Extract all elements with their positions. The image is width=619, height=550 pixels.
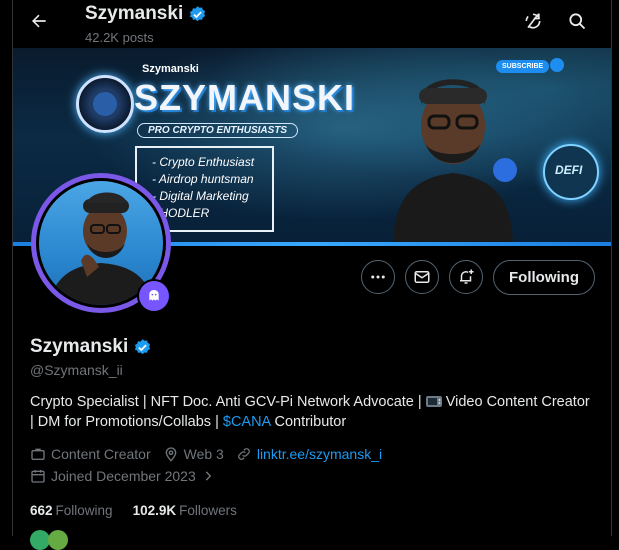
profile-website[interactable]: linktr.ee/szymansk_i	[236, 446, 382, 462]
followers-label: Followers	[179, 503, 237, 518]
banner-small-name: Szymanski	[142, 63, 199, 75]
notifications-button[interactable]	[449, 260, 483, 294]
profile-location-text: Web 3	[183, 446, 224, 462]
followers-count: 102.9K	[132, 503, 177, 518]
banner-person-image	[393, 79, 517, 246]
followed-by-avatar	[48, 530, 68, 550]
profile-website-link[interactable]: linktr.ee/szymansk_i	[257, 446, 382, 462]
profile-bio: Crypto Specialist | NFT Doc. Anti GCV-Pi…	[30, 392, 590, 432]
chevron-right-icon	[205, 471, 212, 481]
bio-text: Contributor	[270, 414, 347, 430]
banner-tagline: PRO CRYPTO ENTHUSIASTS	[137, 123, 299, 138]
profile-meta-row: Content Creator Web 3 linktr.ee/szymansk…	[30, 446, 394, 462]
profile-joined-row[interactable]: Joined December 2023	[30, 468, 227, 484]
banner-logo	[76, 75, 134, 133]
refresh-off-icon	[525, 13, 541, 29]
profile-location: Web 3	[163, 446, 224, 462]
following-count: 662	[30, 503, 53, 518]
following-stat[interactable]: 662 Following	[30, 503, 113, 518]
header-title-text: Szymanski	[85, 3, 184, 24]
profile-category-text: Content Creator	[51, 446, 151, 462]
following-button[interactable]: Following	[493, 260, 595, 295]
verified-badge-icon[interactable]	[133, 338, 152, 357]
banner-list-item: - Airdrop huntsman	[152, 172, 254, 186]
banner-defi-badge: DEFI	[543, 144, 599, 200]
search-button[interactable]	[564, 8, 590, 34]
profile-joined-text: Joined December 2023	[51, 468, 196, 484]
followed-by-avatar	[30, 530, 50, 550]
profile-name: Szymanski	[30, 336, 152, 358]
banner-list-item: - Crypto Enthusiast	[152, 155, 255, 169]
header-title: Szymanski	[85, 3, 207, 25]
verified-badge-icon	[190, 5, 206, 21]
profile-joined[interactable]: Joined December 2023	[30, 468, 215, 484]
back-button[interactable]	[26, 8, 52, 34]
profile-name-text: Szymanski	[30, 336, 129, 357]
avatar-subscription-badge[interactable]	[137, 279, 171, 313]
search-icon	[569, 13, 586, 30]
more-dots-icon	[371, 275, 385, 279]
link-icon	[237, 448, 250, 460]
briefcase-icon	[31, 448, 45, 460]
location-pin-icon	[165, 447, 176, 462]
bio-cashtag-link[interactable]: $CANA	[223, 414, 271, 430]
message-button[interactable]	[405, 260, 439, 294]
profile-handle: @Szymansk_ii	[30, 362, 123, 378]
banner-defi-label: DEFI	[555, 163, 583, 177]
banner-big-name: SZYMANSKI	[134, 77, 356, 118]
column-border-right	[611, 0, 612, 536]
banner-list-item: - Digital Marketing	[152, 189, 249, 203]
bell-plus-icon	[460, 269, 474, 284]
more-options-button[interactable]	[361, 260, 395, 294]
profile-header-bar: Szymanski 42.2K posts	[0, 0, 619, 48]
bio-text: Crypto Specialist | NFT Doc. Anti GCV-Pi…	[30, 394, 426, 410]
refresh-off-button[interactable]	[520, 8, 546, 34]
calendar-icon	[31, 470, 45, 483]
follow-stats: 662 Following 102.9K Followers	[30, 503, 237, 518]
header-title-block: Szymanski 42.2K posts	[85, 3, 207, 45]
envelope-icon	[414, 271, 430, 283]
banner-bell-icon	[550, 58, 564, 72]
following-label: Following	[55, 503, 113, 518]
tv-emoji-icon	[425, 396, 442, 407]
posts-count: 42.2K posts	[85, 30, 154, 45]
creator-badge-icon	[149, 290, 159, 301]
arrow-left-icon	[32, 14, 46, 28]
followers-stat[interactable]: 102.9K Followers	[133, 503, 237, 518]
profile-category: Content Creator	[30, 446, 151, 462]
